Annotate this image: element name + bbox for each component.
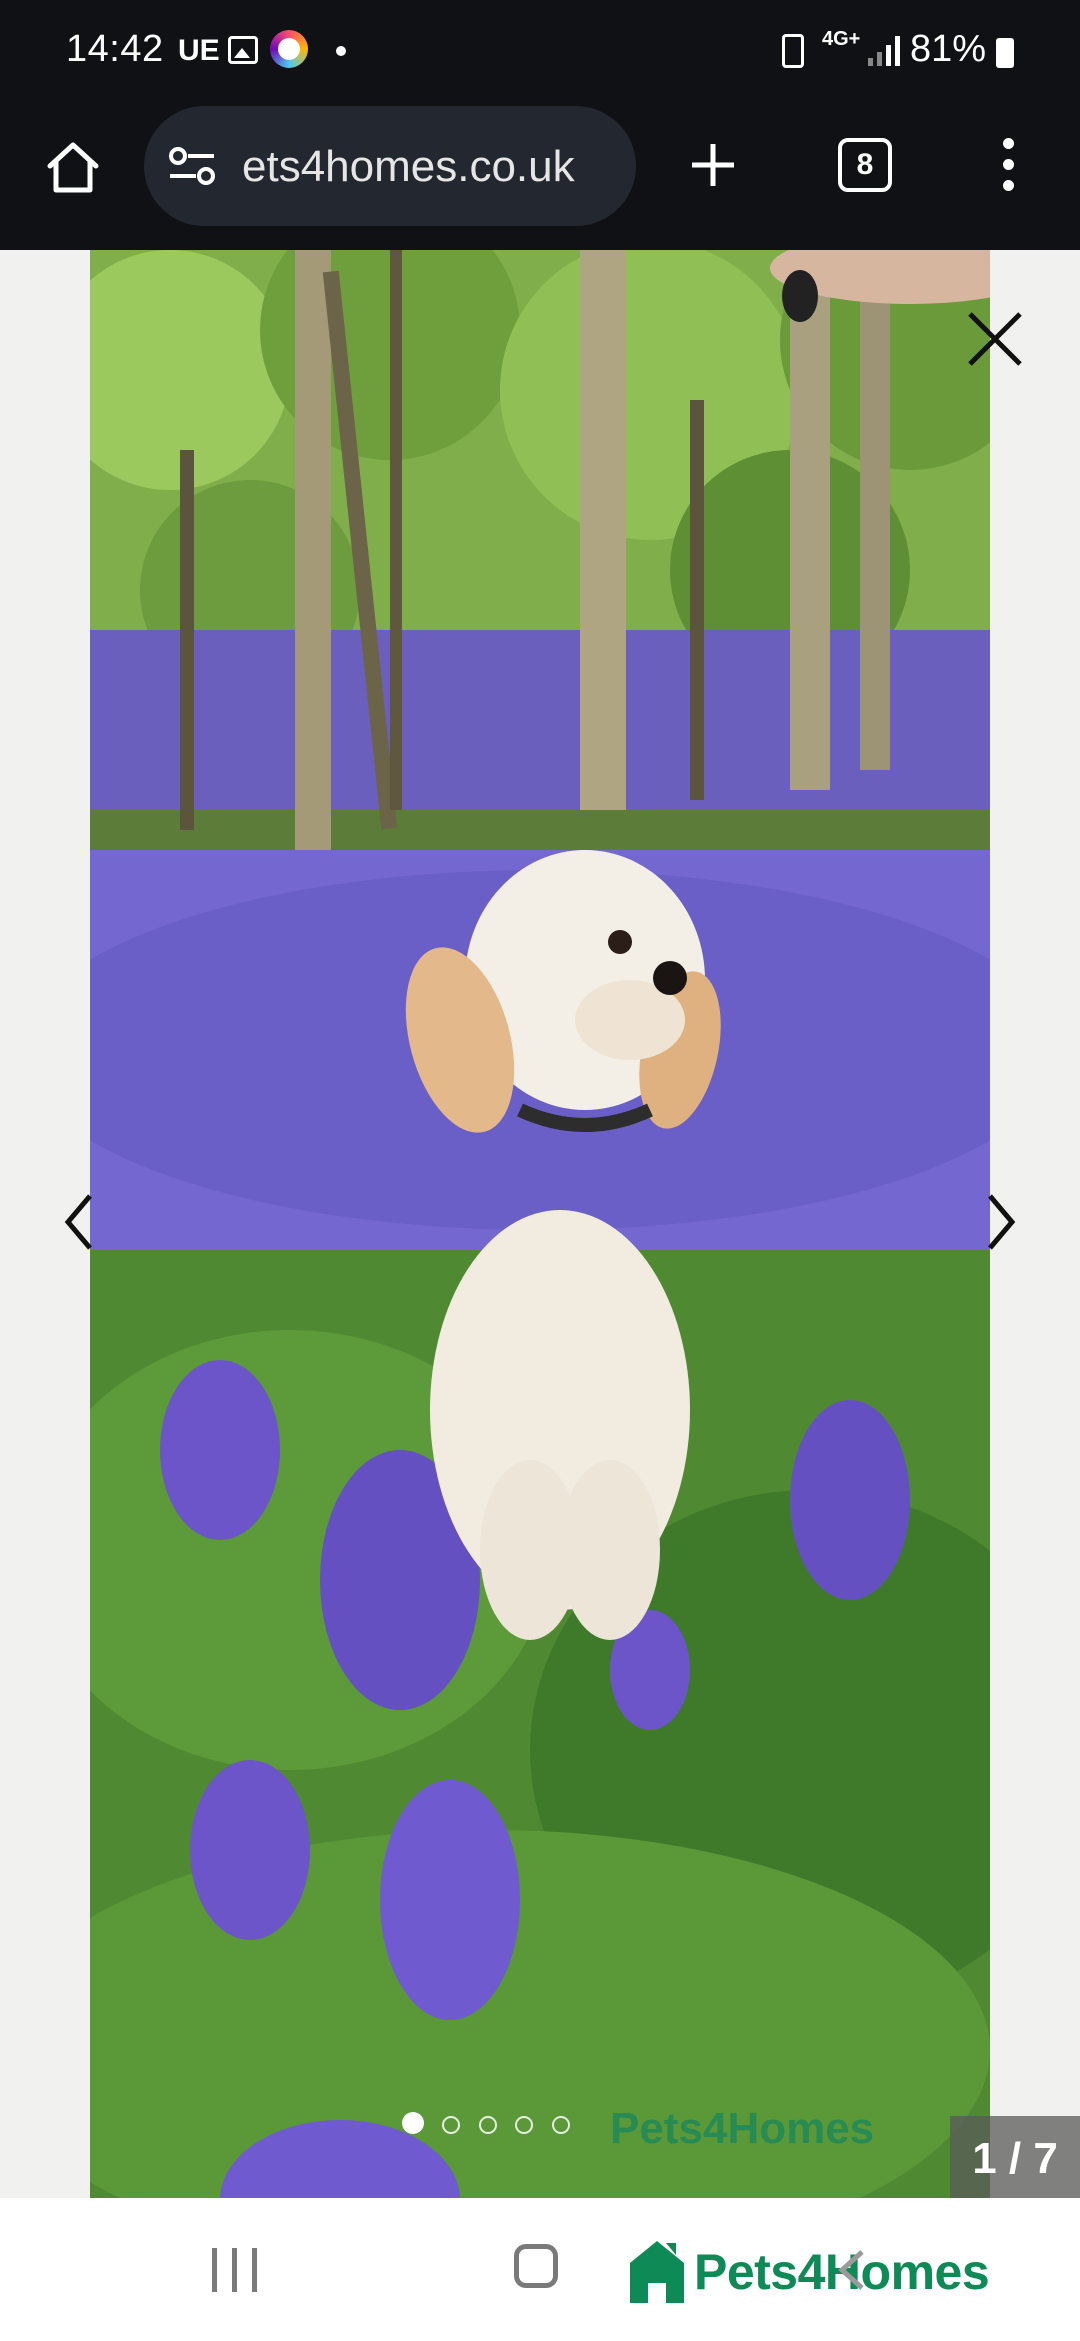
status-time: 14:42 <box>66 28 164 70</box>
more-menu-icon[interactable] <box>996 138 1020 198</box>
address-bar[interactable]: ets4homes.co.uk <box>144 106 636 226</box>
home-icon[interactable] <box>44 138 102 196</box>
browser-toolbar: ets4homes.co.uk 8 <box>0 102 1080 250</box>
new-tab-icon[interactable] <box>688 140 738 190</box>
battery-saver-icon <box>782 34 804 68</box>
gallery-photo[interactable] <box>90 250 990 2198</box>
brand-logo[interactable]: Pets4Homes <box>628 2232 990 2312</box>
status-bar: 14:42 UE 4G+ 81% <box>0 0 1080 102</box>
pagination-dots <box>402 2112 584 2136</box>
close-icon[interactable] <box>960 304 1030 374</box>
pagination-dot[interactable] <box>402 2112 424 2134</box>
tab-switcher-button[interactable]: 8 <box>838 138 892 192</box>
battery-percent: 81% <box>910 28 987 70</box>
photo-watermark: Pets4Homes <box>610 2104 875 2153</box>
battery-icon <box>996 38 1014 68</box>
pagination-dot[interactable] <box>442 2116 461 2134</box>
signal-icon <box>868 36 902 66</box>
network-label: 4G+ <box>822 28 861 50</box>
back-nav-icon[interactable] <box>832 2246 872 2294</box>
chevron-left-icon[interactable] <box>60 1190 100 1254</box>
recent-apps-icon[interactable] <box>210 2248 260 2292</box>
image-viewer: Pets4Homes 1 / 7 <box>0 250 1080 2202</box>
image-counter: 1 / 7 <box>950 2116 1080 2202</box>
pets4homes-logo-icon <box>630 2241 684 2303</box>
more-notifications-icon <box>336 46 346 56</box>
site-settings-icon[interactable] <box>168 146 216 186</box>
carrier-label: UE <box>178 34 220 67</box>
bottom-navigation: Pets4Homes <box>0 2198 1080 2341</box>
photo-illustration <box>90 250 990 2198</box>
home-nav-icon[interactable] <box>514 2244 558 2288</box>
network-type: 4G+ <box>822 28 862 50</box>
gallery-notification-icon <box>228 36 258 64</box>
chevron-right-icon[interactable] <box>980 1190 1020 1254</box>
pagination-dot[interactable] <box>515 2116 534 2134</box>
app-notification-icon <box>270 30 308 68</box>
pagination-dot[interactable] <box>551 2116 570 2134</box>
url-text[interactable]: ets4homes.co.uk <box>242 142 575 192</box>
pagination-dot[interactable] <box>478 2116 497 2134</box>
